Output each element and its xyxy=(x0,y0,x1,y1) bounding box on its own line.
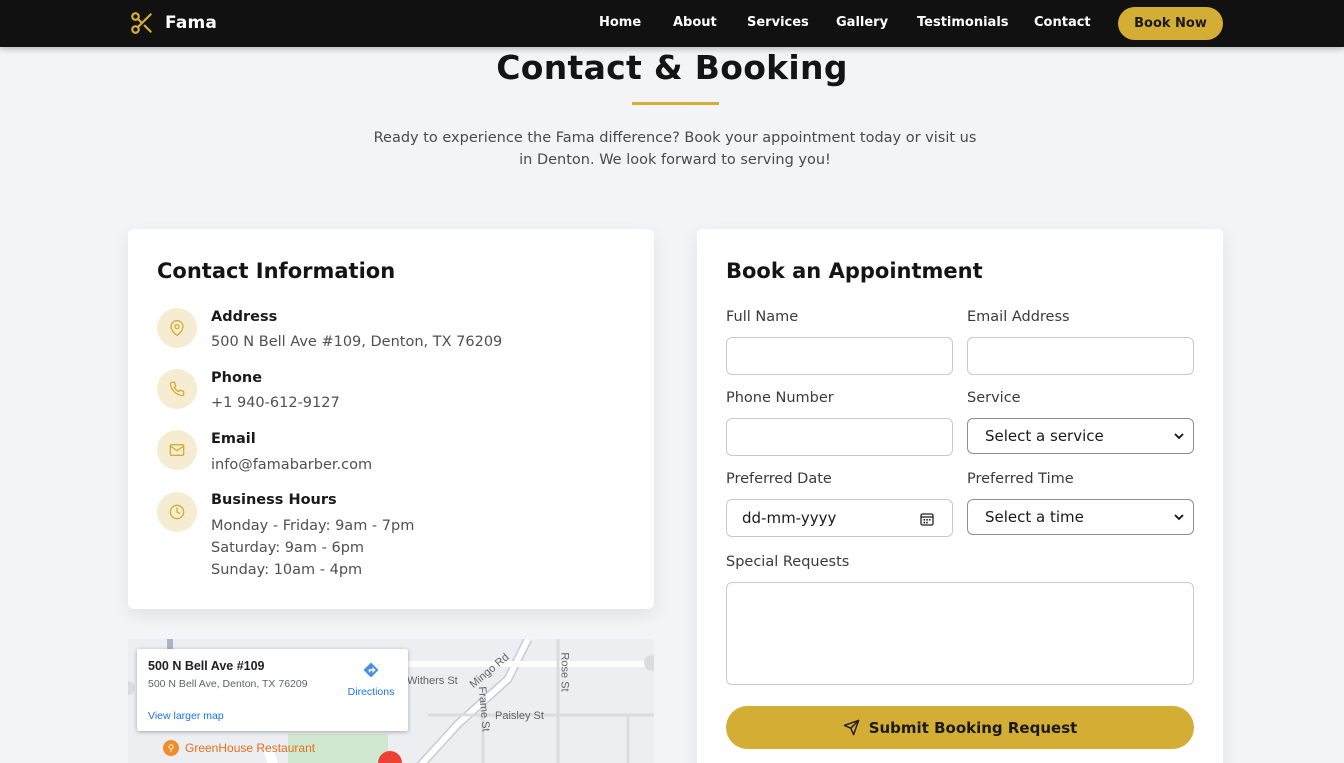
hours-sunday: Sunday: 10am - 4pm xyxy=(211,562,363,578)
book-now-button[interactable]: Book Now xyxy=(1118,7,1223,40)
popup-title: 500 N Bell Ave #109 xyxy=(148,659,265,673)
popup-address: 500 N Bell Ave, Denton, TX 76209 xyxy=(148,678,308,690)
directions-icon xyxy=(363,662,379,678)
special-requests-label: Special Requests xyxy=(726,554,850,570)
directions-label: Directions xyxy=(347,686,395,698)
restaurant-icon: ⚲ xyxy=(163,740,179,756)
directions-button[interactable]: Directions xyxy=(343,661,399,698)
email-input[interactable] xyxy=(967,337,1194,375)
chevron-down-icon xyxy=(1174,433,1184,440)
submit-booking-button[interactable]: Submit Booking Request xyxy=(726,706,1194,749)
clock-icon xyxy=(157,492,197,532)
email-address-label: Email Address xyxy=(967,309,1070,325)
time-select[interactable]: Select a time xyxy=(967,499,1194,535)
phone-label: Phone xyxy=(211,370,263,386)
section-intro: Ready to experience the Fama difference?… xyxy=(373,130,977,168)
street-label-withers: Withers St xyxy=(407,675,458,687)
map-pin-icon xyxy=(157,308,197,348)
address-label: Address xyxy=(211,309,278,325)
title-underline xyxy=(632,102,719,105)
phone-value[interactable]: +1 940-612-9127 xyxy=(211,393,340,415)
booking-card: Book an Appointment Full Name Email Addr… xyxy=(697,229,1223,763)
brand-name: Fama xyxy=(165,13,218,33)
poi-label: GreenHouse Restaurant xyxy=(185,741,316,755)
nav-link-contact[interactable]: Contact xyxy=(1034,15,1091,30)
service-select-value: Select a service xyxy=(985,427,1104,445)
nav-link-testimonials[interactable]: Testimonials xyxy=(917,15,1009,30)
nav-link-home[interactable]: Home xyxy=(599,15,641,30)
contact-card-title: Contact Information xyxy=(157,259,396,283)
submit-label: Submit Booking Request xyxy=(868,718,1078,737)
phone-icon xyxy=(157,369,197,409)
date-input[interactable]: dd-mm-yyyy xyxy=(726,499,953,537)
send-icon xyxy=(843,719,859,736)
view-larger-map-link[interactable]: View larger map xyxy=(148,710,224,722)
page-title: Contact & Booking xyxy=(496,48,848,87)
booking-card-title: Book an Appointment xyxy=(726,259,983,283)
contact-info-card: Contact Information Address 500 N Bell A… xyxy=(128,229,654,609)
chevron-down-icon xyxy=(1174,514,1184,521)
top-navbar: Fama Home About Services Gallery Testimo… xyxy=(0,0,1344,47)
address-value: 500 N Bell Ave #109, Denton, TX 76209 xyxy=(211,334,503,350)
full-name-label: Full Name xyxy=(726,309,799,325)
embedded-map[interactable]: Withers St Mingo Rd Frame St Paisley St … xyxy=(128,639,654,763)
hours-saturday: Saturday: 9am - 6pm xyxy=(211,540,365,556)
email-value[interactable]: info@famabarber.com xyxy=(211,455,372,477)
map-info-popup: 500 N Bell Ave #109 500 N Bell Ave, Dent… xyxy=(137,649,408,731)
nav-link-services[interactable]: Services xyxy=(747,15,809,30)
street-label-rose: Rose St xyxy=(558,652,571,692)
preferred-time-label: Preferred Time xyxy=(967,471,1074,487)
hours-weekdays: Monday - Friday: 9am - 7pm xyxy=(211,518,415,534)
brand-logo[interactable]: Fama xyxy=(129,10,217,36)
nav-link-about[interactable]: About xyxy=(673,15,717,30)
preferred-date-label: Preferred Date xyxy=(726,471,832,487)
hours-label: Business Hours xyxy=(211,492,337,508)
phone-input[interactable] xyxy=(726,418,953,456)
phone-number-label: Phone Number xyxy=(726,390,834,406)
service-select[interactable]: Select a service xyxy=(967,418,1194,454)
time-select-value: Select a time xyxy=(985,508,1084,526)
nav-link-gallery[interactable]: Gallery xyxy=(836,15,888,30)
poi-greenhouse[interactable]: ⚲ GreenHouse Restaurant xyxy=(163,740,315,756)
date-placeholder: dd-mm-yyyy xyxy=(742,509,837,527)
email-label: Email xyxy=(211,431,256,447)
scissors-icon xyxy=(131,12,152,34)
special-requests-textarea[interactable] xyxy=(726,582,1194,685)
calendar-icon[interactable] xyxy=(920,512,934,526)
service-label: Service xyxy=(967,390,1021,406)
full-name-input[interactable] xyxy=(726,337,953,375)
mail-icon xyxy=(157,430,197,470)
street-label-paisley: Paisley St xyxy=(495,710,544,722)
